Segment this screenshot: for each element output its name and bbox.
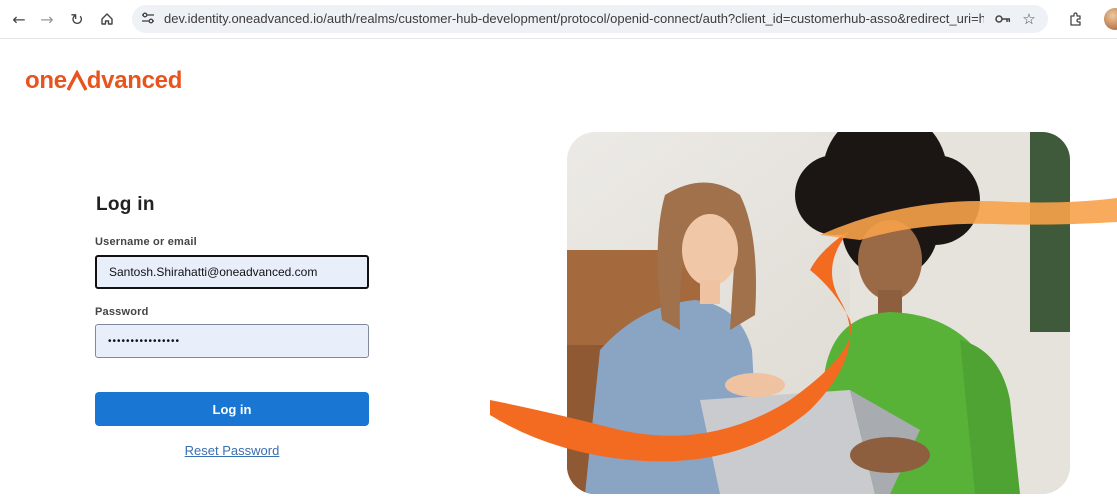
password-label: Password [95, 306, 149, 318]
logo-a-mark-icon [66, 70, 87, 91]
home-icon[interactable] [94, 6, 120, 32]
logo-text-dvanced: dvanced [86, 67, 183, 94]
forward-arrow-icon[interactable]: → [34, 6, 60, 32]
username-label: Username or email [95, 236, 197, 248]
star-icon[interactable]: ☆ [1020, 10, 1038, 28]
browser-toolbar: ← → ↻ dev.identity.oneadvanced.io/auth/r… [0, 0, 1117, 39]
key-icon[interactable] [994, 10, 1012, 28]
reload-icon[interactable]: ↻ [64, 6, 90, 32]
url-text[interactable]: dev.identity.oneadvanced.io/auth/realms/… [164, 11, 984, 26]
reset-password-link[interactable]: Reset Password [95, 443, 369, 458]
hero-image [490, 100, 1117, 494]
address-bar[interactable]: dev.identity.oneadvanced.io/auth/realms/… [132, 5, 1048, 33]
login-button[interactable]: Log in [95, 392, 369, 426]
logo-text-one: one [25, 67, 67, 94]
back-arrow-icon[interactable]: ← [6, 6, 32, 32]
puzzle-icon[interactable] [1062, 6, 1088, 32]
profile-avatar[interactable] [1104, 8, 1117, 30]
site-settings-icon[interactable] [140, 11, 156, 27]
oneadvanced-logo: one dvanced [25, 66, 182, 96]
username-input[interactable] [95, 255, 369, 289]
password-input[interactable] [95, 324, 369, 358]
login-title: Log in [96, 194, 155, 215]
